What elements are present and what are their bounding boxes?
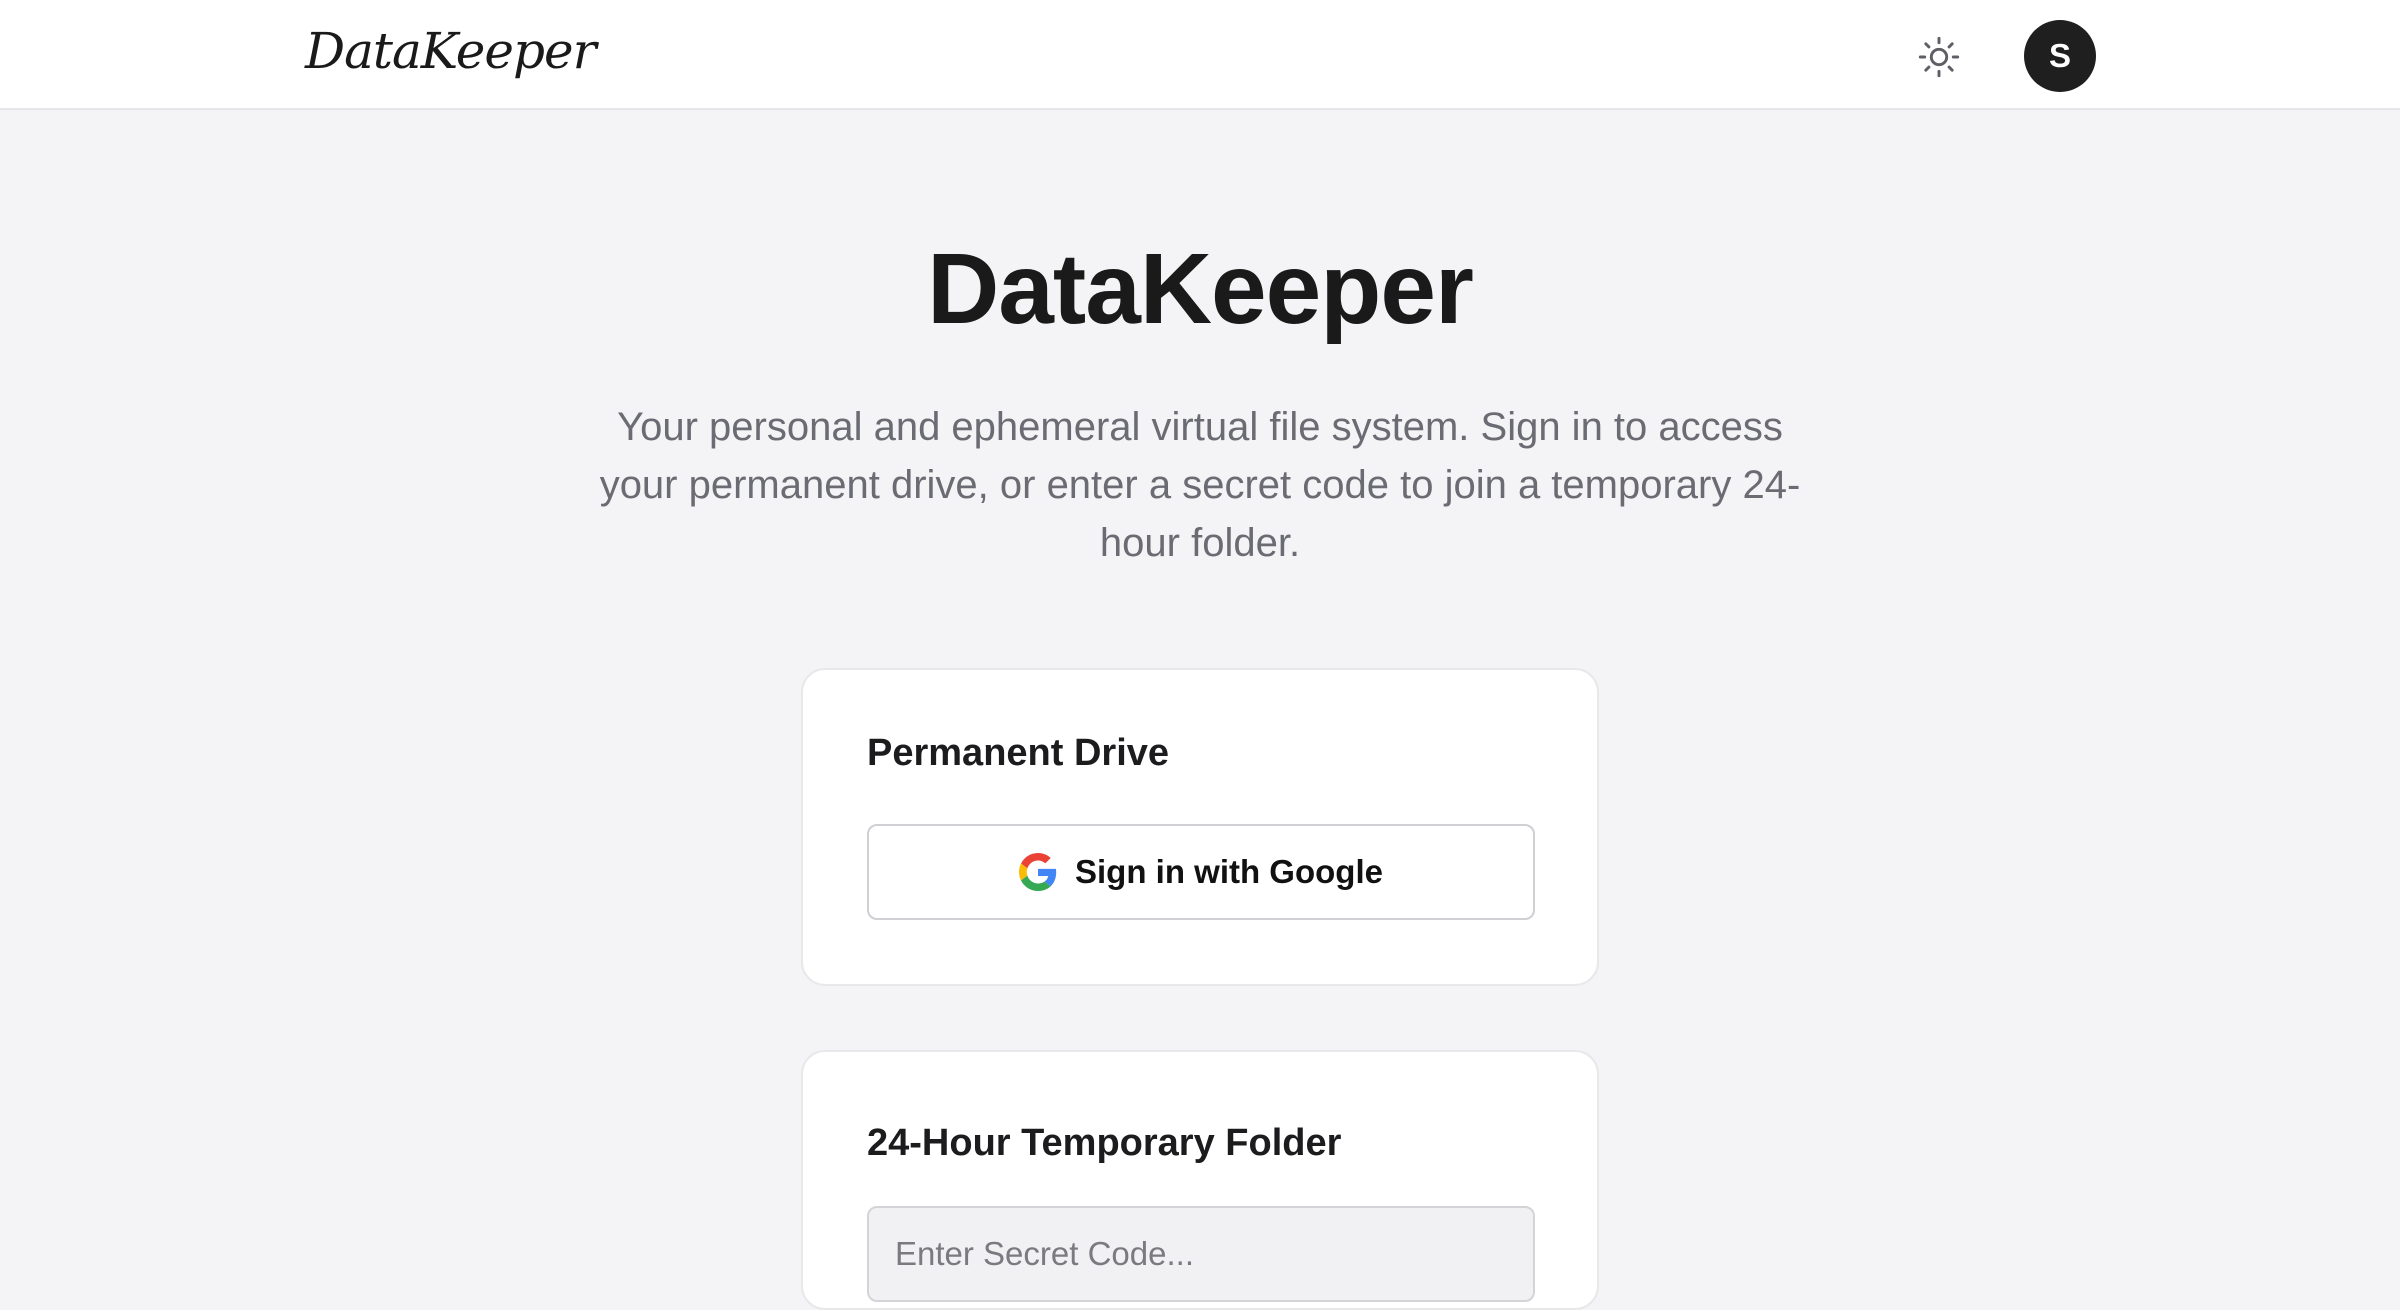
temporary-folder-title: 24-Hour Temporary Folder	[867, 1122, 1342, 1164]
brand-logo[interactable]: DataKeeper	[305, 22, 596, 80]
permanent-drive-card: Permanent Drive Sign in with Google	[801, 668, 1599, 986]
permanent-drive-title: Permanent Drive	[867, 732, 1170, 774]
user-avatar[interactable]: S	[2024, 20, 2096, 92]
secret-code-input[interactable]	[867, 1206, 1535, 1302]
temporary-folder-card: 24-Hour Temporary Folder	[801, 1050, 1599, 1310]
sun-icon	[1918, 36, 1960, 78]
page-subtitle: Your personal and ephemeral virtual file…	[599, 405, 1801, 565]
google-sign-in-label: Sign in with Google	[1075, 853, 1383, 890]
top-navbar: DataKeeper S	[0, 0, 2400, 110]
page-title: DataKeeper	[927, 233, 1474, 345]
theme-toggle-button[interactable]	[1912, 30, 1966, 84]
google-icon	[1019, 853, 1057, 891]
google-sign-in-button[interactable]: Sign in with Google	[867, 824, 1535, 920]
